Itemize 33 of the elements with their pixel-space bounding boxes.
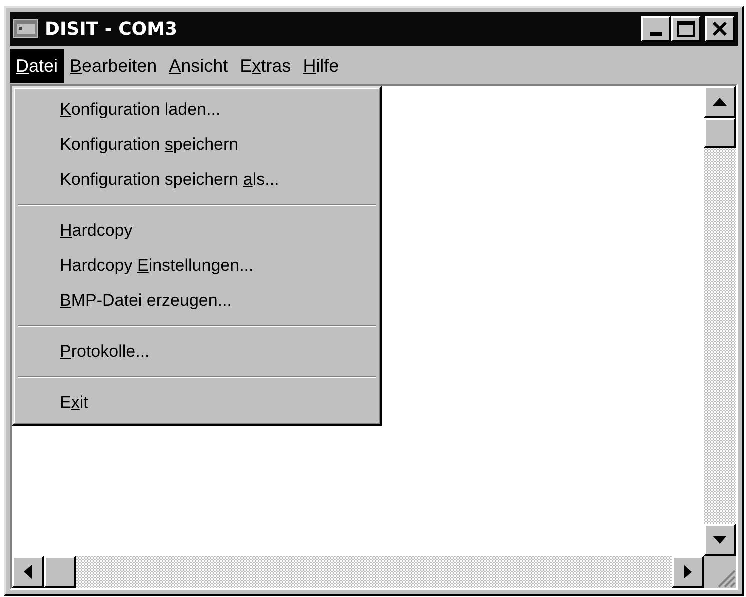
menu-bar-item[interactable]: Ansicht <box>163 49 234 83</box>
minimize-icon <box>650 32 662 36</box>
vertical-scrollbar[interactable] <box>704 86 736 556</box>
menu-bar-item[interactable]: Datei <box>10 49 64 83</box>
close-button[interactable] <box>705 16 735 42</box>
scroll-right-button[interactable] <box>672 556 704 588</box>
scroll-up-button[interactable] <box>704 86 736 118</box>
menu-item[interactable]: Konfiguration speichern <box>18 127 376 162</box>
scroll-left-button[interactable] <box>12 556 44 588</box>
window-title: DISIT - COM3 <box>45 18 178 42</box>
menu-bar-item[interactable]: Hilfe <box>297 49 346 83</box>
menu-bar-item[interactable]: Bearbeiten <box>64 49 164 83</box>
scroll-down-button[interactable] <box>704 524 736 556</box>
menu-item[interactable]: Konfiguration speichern als... <box>18 162 376 197</box>
menu-item[interactable]: Exit <box>18 385 376 420</box>
left-arrow-icon <box>24 565 32 579</box>
terminal-icon <box>13 18 39 40</box>
menu-item[interactable]: Hardcopy Einstellungen... <box>18 248 376 283</box>
menu-item[interactable]: Hardcopy <box>18 213 376 248</box>
maximize-button[interactable] <box>671 16 701 42</box>
down-arrow-icon <box>713 536 727 544</box>
maximize-icon <box>677 21 695 37</box>
scroll-thumb[interactable] <box>704 118 736 148</box>
up-arrow-icon <box>713 98 727 106</box>
scroll-thumb[interactable] <box>44 556 76 588</box>
minimize-button[interactable] <box>641 16 671 42</box>
menu-item[interactable]: BMP-Datei erzeugen... <box>18 283 376 318</box>
right-arrow-icon <box>684 565 692 579</box>
menu-item[interactable]: Protokolle... <box>18 334 376 369</box>
menu-item[interactable]: Konfiguration laden... <box>18 92 376 127</box>
menu-bar-item[interactable]: Extras <box>234 49 298 83</box>
horizontal-scrollbar[interactable] <box>12 556 704 588</box>
close-icon <box>712 22 728 36</box>
